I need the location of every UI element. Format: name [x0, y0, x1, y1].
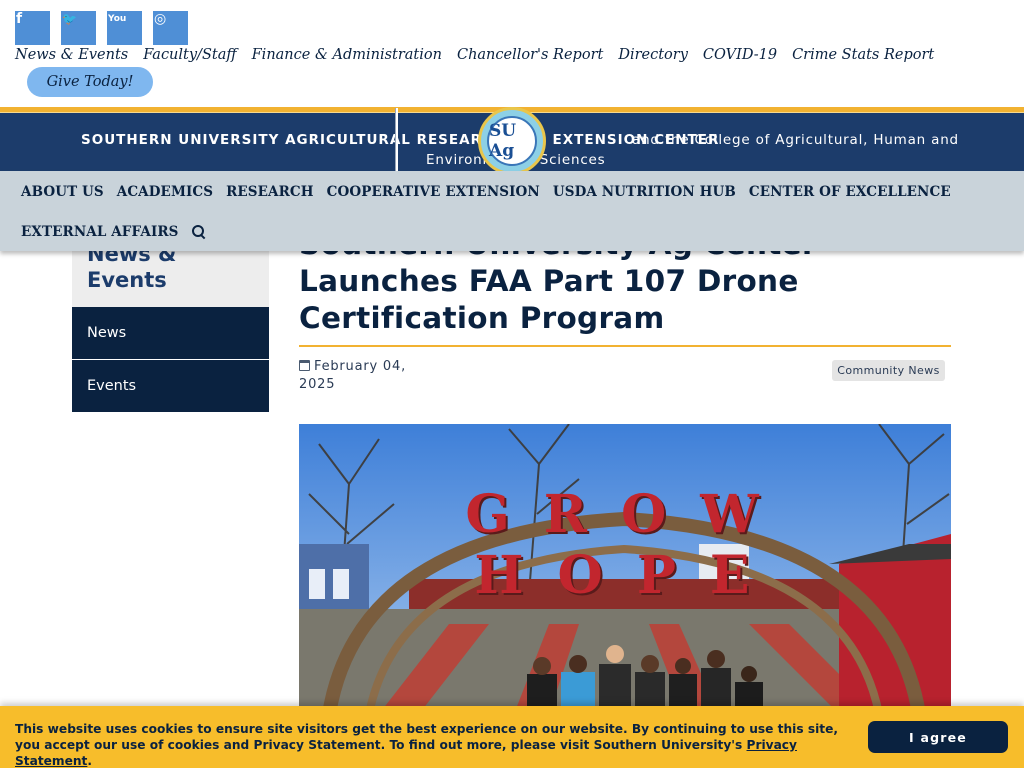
- instagram-link[interactable]: ◎: [153, 11, 188, 45]
- grow-hope-sign: GROW HOPE: [465, 484, 793, 606]
- article-date: February 04, 2025: [299, 358, 439, 394]
- twitter-link[interactable]: 🐦: [61, 11, 96, 45]
- sidebar-header: News & Events: [72, 242, 269, 307]
- calendar-icon: [299, 360, 310, 371]
- header-divider: [395, 108, 398, 174]
- cookie-message-text: This website uses cookies to ensure site…: [15, 722, 838, 752]
- su-ag-logo[interactable]: SU Ag: [478, 107, 546, 175]
- logo-seal: SU Ag: [487, 116, 537, 166]
- sidebar-item-news[interactable]: News: [72, 307, 269, 359]
- sidebar-item-events[interactable]: Events: [72, 360, 269, 412]
- facebook-icon: f: [16, 11, 23, 27]
- header-title-rest: and the College of Agricultural, Human a…: [632, 132, 959, 148]
- utility-nav-news-events[interactable]: News & Events: [15, 47, 128, 63]
- facebook-link[interactable]: f: [15, 11, 50, 45]
- header-title-bold: SOUTHERN UNIVERSITY AGRICULTURAL RESEARC…: [81, 132, 720, 148]
- sidebar-item-label: News: [87, 325, 127, 341]
- nav-external-affairs[interactable]: EXTERNAL AFFAIRS: [21, 222, 179, 242]
- article-date-text: February 04, 2025: [299, 359, 407, 392]
- give-today-button[interactable]: Give Today!: [27, 67, 153, 97]
- cookie-banner: This website uses cookies to ensure site…: [0, 706, 1024, 768]
- sidebar-item-label: Events: [87, 378, 137, 394]
- nav-center-of-excellence[interactable]: CENTER OF EXCELLENCE: [749, 182, 951, 202]
- search-icon[interactable]: [191, 225, 206, 239]
- utility-nav-covid-19[interactable]: COVID-19: [703, 47, 777, 63]
- utility-nav: News & Events Faculty/Staff Finance & Ad…: [15, 47, 934, 63]
- instagram-icon: ◎: [154, 11, 167, 27]
- social-links: f 🐦 You ◎: [15, 11, 188, 45]
- cookie-message: This website uses cookies to ensure site…: [15, 721, 855, 768]
- youtube-link[interactable]: You: [107, 11, 142, 45]
- nav-about-us[interactable]: ABOUT US: [21, 182, 104, 202]
- nav-academics[interactable]: ACADEMICS: [117, 182, 213, 202]
- utility-nav-faculty-staff[interactable]: Faculty/Staff: [143, 47, 236, 63]
- cookie-message-end: .: [87, 754, 93, 768]
- utility-nav-finance-administration[interactable]: Finance & Administration: [252, 47, 442, 63]
- nav-cooperative-extension[interactable]: COOPERATIVE EXTENSION: [327, 182, 540, 202]
- category-tag[interactable]: Community News: [832, 360, 945, 381]
- utility-nav-directory[interactable]: Directory: [618, 47, 688, 63]
- twitter-icon: 🐦: [62, 12, 77, 26]
- nav-external-affairs-row: EXTERNAL AFFAIRS: [21, 222, 206, 242]
- utility-bar: f 🐦 You ◎ News & Events Faculty/Staff Fi…: [0, 0, 1024, 107]
- i-agree-button[interactable]: I agree: [868, 721, 1008, 753]
- utility-nav-crime-stats-report[interactable]: Crime Stats Report: [792, 47, 934, 63]
- main-nav: ABOUT US ACADEMICS RESEARCH COOPERATIVE …: [0, 171, 1024, 251]
- nav-usda-nutrition-hub[interactable]: USDA NUTRITION HUB: [553, 182, 736, 202]
- hero-image: GROW HOPE: [299, 424, 951, 714]
- title-rule: [299, 345, 951, 347]
- nav-research[interactable]: RESEARCH: [226, 182, 314, 202]
- utility-nav-chancellors-report[interactable]: Chancellor's Report: [457, 47, 603, 63]
- youtube-icon: You: [108, 14, 127, 24]
